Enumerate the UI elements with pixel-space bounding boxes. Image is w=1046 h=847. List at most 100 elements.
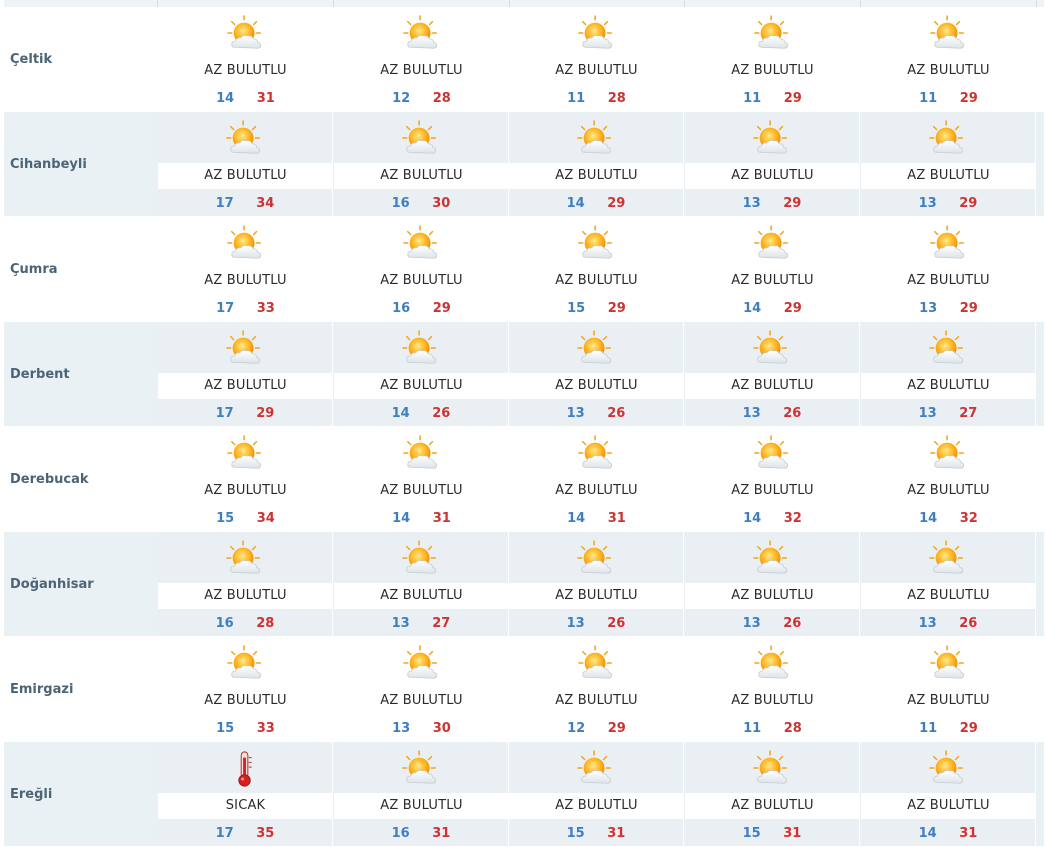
- min-temperature: 13: [918, 196, 937, 211]
- forecast-day-cell: AZ BULUTLU 17 29: [158, 322, 333, 426]
- district-name[interactable]: Derebucak: [4, 427, 158, 531]
- partly-cloudy-sun-icon: [929, 330, 967, 368]
- forecast-day-cell: AZ BULUTLU 11 28: [509, 7, 684, 111]
- previous-row-cell: [861, 0, 1037, 7]
- icon-band: [158, 637, 333, 688]
- partly-cloudy-sun-icon: [577, 15, 616, 53]
- description-band: AZ BULUTLU: [334, 688, 509, 714]
- max-temperature: 33: [256, 301, 275, 316]
- partly-cloudy-sun-icon: [753, 15, 792, 53]
- forecast-day-cell: AZ BULUTLU 13 26: [509, 322, 684, 426]
- temperature-range: 13 26: [685, 616, 859, 631]
- min-temperature: 15: [566, 826, 585, 841]
- partly-cloudy-sun-icon: [226, 435, 265, 473]
- partly-cloudy-sun-icon: [226, 645, 265, 683]
- description-band: AZ BULUTLU: [158, 268, 333, 294]
- condition-label: AZ BULUTLU: [380, 168, 463, 183]
- icon-band: [861, 112, 1036, 163]
- min-temperature: 16: [392, 301, 411, 316]
- max-temperature: 31: [256, 91, 275, 106]
- min-temperature: 15: [216, 511, 235, 526]
- temperature-band: 13 29: [861, 294, 1036, 321]
- temperature-band: 16 30: [334, 189, 509, 216]
- max-temperature: 31: [432, 826, 451, 841]
- description-band: AZ BULUTLU: [158, 163, 333, 189]
- icon-band: [861, 637, 1036, 688]
- district-name[interactable]: Cihanbeyli: [4, 112, 158, 216]
- temperature-band: 11 29: [861, 84, 1036, 111]
- description-band: AZ BULUTLU: [509, 688, 684, 714]
- min-temperature: 15: [216, 721, 235, 736]
- condition-label: AZ BULUTLU: [731, 168, 814, 183]
- partly-cloudy-sun-icon: [226, 330, 264, 368]
- description-band: AZ BULUTLU: [685, 58, 860, 84]
- partly-cloudy-sun-icon: [577, 120, 615, 158]
- temperature-range: 16 29: [334, 301, 509, 316]
- min-temperature: 16: [391, 826, 410, 841]
- condition-label: SICAK: [225, 798, 266, 813]
- forecast-day-cell: AZ BULUTLU 16 31: [334, 742, 509, 846]
- district-name[interactable]: Ereğli: [4, 742, 158, 846]
- max-temperature: 34: [256, 511, 275, 526]
- min-temperature: 17: [215, 196, 234, 211]
- condition-label: AZ BULUTLU: [731, 588, 814, 603]
- temperature-range: 14 31: [158, 91, 333, 106]
- partly-cloudy-sun-icon: [753, 120, 791, 158]
- icon-band: [861, 7, 1036, 58]
- icon-band: [509, 742, 684, 793]
- icon-band: [334, 637, 509, 688]
- district-row: Çeltik AZ BULUTLU 14 31 AZ BULUTLU 12 28…: [4, 7, 1044, 112]
- min-temperature: 13: [566, 406, 585, 421]
- temperature-range: 13 29: [861, 196, 1035, 211]
- temperature-band: 14 31: [509, 504, 684, 531]
- partly-cloudy-sun-icon: [929, 225, 968, 263]
- district-name[interactable]: Çeltik: [4, 7, 158, 111]
- description-band: AZ BULUTLU: [861, 688, 1036, 714]
- forecast-table: Çeltik AZ BULUTLU 14 31 AZ BULUTLU 12 28…: [4, 0, 1044, 847]
- forecast-day-cell: AZ BULUTLU 13 29: [861, 217, 1036, 321]
- district-name[interactable]: Doğanhisar: [4, 532, 158, 636]
- description-band: AZ BULUTLU: [685, 268, 860, 294]
- partly-cloudy-sun-icon: [226, 15, 265, 53]
- condition-label: AZ BULUTLU: [731, 63, 814, 78]
- district-name[interactable]: Emirgazi: [4, 637, 158, 741]
- max-temperature: 33: [256, 721, 275, 736]
- temperature-band: 12 28: [334, 84, 509, 111]
- icon-band: [509, 217, 684, 268]
- partly-cloudy-sun-icon: [402, 120, 440, 158]
- max-temperature: 28: [256, 616, 275, 631]
- district-name[interactable]: Derbent: [4, 322, 158, 426]
- min-temperature: 17: [216, 301, 235, 316]
- condition-label: AZ BULUTLU: [907, 378, 990, 393]
- temperature-band: 13 26: [685, 399, 860, 426]
- temperature-band: 14 31: [334, 504, 509, 531]
- forecast-day-cell: AZ BULUTLU 13 30: [334, 637, 509, 741]
- temperature-band: 11 28: [685, 714, 860, 741]
- temperature-range: 15 34: [158, 511, 333, 526]
- icon-band: [685, 637, 860, 688]
- icon-band: [685, 112, 860, 163]
- district-row: Ereğli SICAK 17 35 AZ BULUTLU 16 31 AZ B…: [4, 742, 1044, 847]
- description-band: AZ BULUTLU: [158, 583, 333, 609]
- partly-cloudy-sun-icon: [402, 435, 441, 473]
- condition-label: AZ BULUTLU: [555, 63, 638, 78]
- district-name[interactable]: Çumra: [4, 217, 158, 321]
- min-temperature: 14: [216, 91, 235, 106]
- icon-band: [509, 322, 684, 373]
- temperature-range: 16 28: [158, 616, 332, 631]
- temperature-range: 17 29: [158, 406, 332, 421]
- forecast-day-cell: AZ BULUTLU 15 31: [509, 742, 684, 846]
- description-band: AZ BULUTLU: [509, 478, 684, 504]
- previous-row-cell: [4, 0, 158, 7]
- temperature-band: 11 28: [509, 84, 684, 111]
- description-band: AZ BULUTLU: [334, 583, 509, 609]
- forecast-day-cell: AZ BULUTLU 11 28: [685, 637, 860, 741]
- forecast-day-cell: AZ BULUTLU 14 26: [334, 322, 509, 426]
- icon-band: [334, 217, 509, 268]
- forecast-day-cell: AZ BULUTLU 14 29: [509, 112, 684, 216]
- min-temperature: 15: [742, 826, 761, 841]
- condition-label: AZ BULUTLU: [555, 693, 638, 708]
- max-temperature: 26: [432, 406, 451, 421]
- forecast-day-cell: AZ BULUTLU 15 31: [685, 742, 860, 846]
- min-temperature: 13: [392, 721, 411, 736]
